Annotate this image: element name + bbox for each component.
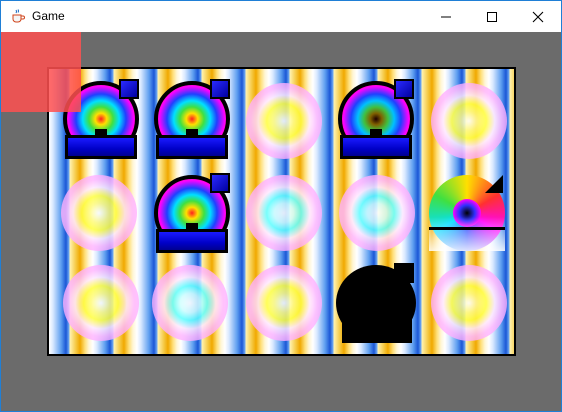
ghost-tile[interactable] <box>246 83 322 159</box>
pedestal <box>65 135 137 159</box>
corner-cap <box>210 173 230 193</box>
corner-cap <box>394 79 414 99</box>
ghost-tile[interactable] <box>339 175 415 251</box>
corner-cap <box>119 79 139 99</box>
close-button[interactable] <box>515 1 561 32</box>
pedestal <box>156 135 228 159</box>
ghost-tile[interactable] <box>431 265 507 341</box>
pedestal <box>340 135 412 159</box>
maximize-icon <box>487 12 497 22</box>
pedestal <box>156 229 228 253</box>
ghost-tile[interactable] <box>431 83 507 159</box>
close-icon <box>532 11 544 23</box>
minimize-icon <box>441 16 451 18</box>
selection-overlay <box>1 32 81 112</box>
ghost-tile[interactable] <box>246 175 322 251</box>
piece-tile[interactable] <box>152 79 234 165</box>
corner-cap <box>485 175 503 193</box>
java-cup-icon <box>10 8 26 24</box>
window-title: Game <box>32 9 65 23</box>
corner-cap <box>394 263 414 283</box>
ghost-tile[interactable] <box>63 265 139 341</box>
piece-tile-dim[interactable] <box>336 79 418 165</box>
game-window: Game <box>0 0 562 412</box>
shadow-piece-tile[interactable] <box>336 263 418 349</box>
ghost-tile[interactable] <box>61 175 137 251</box>
minimize-button[interactable] <box>423 1 469 32</box>
game-canvas[interactable] <box>1 32 561 411</box>
ghost-tile[interactable] <box>246 265 322 341</box>
base-bar <box>429 227 505 230</box>
ghost-tile[interactable] <box>152 265 228 341</box>
tilted-piece-tile[interactable] <box>429 175 505 251</box>
piece-tile[interactable] <box>152 173 234 259</box>
maximize-button[interactable] <box>469 1 515 32</box>
game-board[interactable] <box>47 67 516 356</box>
title-bar[interactable]: Game <box>1 1 561 32</box>
corner-cap <box>210 79 230 99</box>
